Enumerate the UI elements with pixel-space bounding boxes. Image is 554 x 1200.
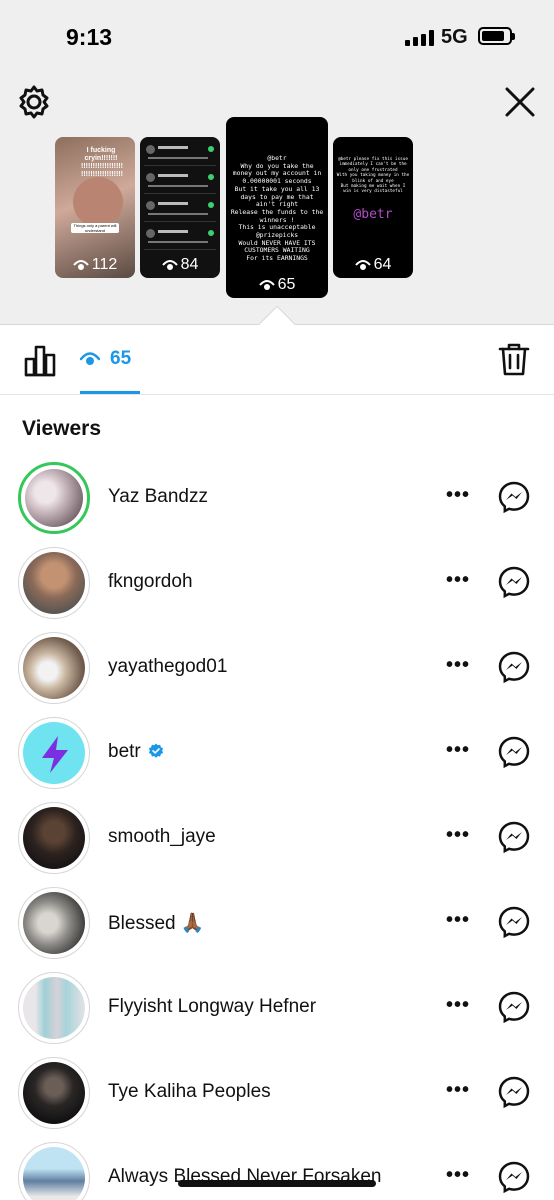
avatar-frame[interactable]	[18, 802, 90, 874]
viewer-name[interactable]: fkngordoh	[108, 571, 193, 593]
status-bar: 9:13 5G	[0, 0, 554, 70]
avatar	[23, 977, 85, 1039]
settings-icon[interactable]	[16, 84, 52, 120]
eye-icon	[79, 352, 101, 365]
list-item[interactable]: Tye Kaliha Peoples •••	[0, 1053, 554, 1137]
trash-icon[interactable]	[497, 341, 531, 377]
list-item[interactable]: Always Blessed Never Forsaken •••	[0, 1138, 554, 1200]
eye-icon	[72, 260, 89, 270]
home-indicator	[178, 1180, 376, 1187]
more-icon[interactable]: •••	[444, 1165, 472, 1188]
story-thumbnails-strip: I fucking cryin!!!!!!! !!!!!!!!!!!!!!!!!…	[0, 70, 554, 325]
more-icon[interactable]: •••	[444, 655, 472, 678]
viewers-heading: Viewers	[22, 417, 102, 440]
avatar-frame[interactable]	[18, 972, 90, 1044]
messenger-icon[interactable]	[497, 1075, 531, 1109]
avatar-story-ring[interactable]	[18, 462, 90, 534]
more-icon[interactable]: •••	[444, 1080, 472, 1103]
messenger-icon[interactable]	[497, 820, 531, 854]
story-views: 112	[91, 256, 118, 273]
messenger-icon[interactable]	[497, 1160, 531, 1194]
battery-icon	[478, 27, 515, 45]
more-icon[interactable]: •••	[444, 910, 472, 933]
more-icon[interactable]: •••	[444, 570, 472, 593]
verified-icon	[148, 743, 163, 758]
eye-icon	[354, 260, 371, 270]
avatar	[25, 469, 83, 527]
more-icon[interactable]: •••	[444, 995, 472, 1018]
avatar	[23, 1147, 85, 1200]
viewer-name[interactable]: Yaz Bandzz	[108, 486, 208, 508]
tab-views-underline	[80, 391, 140, 394]
network-label: 5G	[441, 26, 468, 48]
viewer-name[interactable]: Flyyisht Longway Hefner	[108, 996, 316, 1018]
close-icon[interactable]	[502, 84, 538, 120]
story-views: 84	[180, 256, 199, 273]
eye-icon	[161, 260, 178, 270]
messenger-icon[interactable]	[497, 990, 531, 1024]
story-view-count: 64	[333, 256, 413, 274]
tab-bar: 65	[0, 325, 554, 395]
story-view-count: 84	[140, 256, 220, 274]
avatar-frame[interactable]	[18, 547, 90, 619]
viewer-name[interactable]: Tye Kaliha Peoples	[108, 1081, 271, 1103]
avatar-frame[interactable]	[18, 887, 90, 959]
viewer-name[interactable]: Blessed 🙏🏾	[108, 911, 205, 935]
avatar-frame[interactable]	[18, 717, 90, 789]
messenger-icon[interactable]	[497, 480, 531, 514]
list-item[interactable]: Yaz Bandzz •••	[0, 458, 554, 542]
avatar	[23, 637, 85, 699]
list-item[interactable]: Blessed 🙏🏾 •••	[0, 883, 554, 967]
tab-views[interactable]: 65	[79, 348, 132, 372]
insights-icon[interactable]	[22, 343, 58, 377]
story-thumbnail-4[interactable]: @betr please fix this issue immediately …	[333, 137, 413, 278]
story-text: @betr please fix this issue immediately …	[336, 157, 410, 195]
story-view-count: 112	[55, 256, 135, 274]
viewer-name[interactable]: yayathegod01	[108, 656, 227, 678]
avatar	[23, 892, 85, 954]
avatar	[23, 552, 85, 614]
more-icon[interactable]: •••	[444, 485, 472, 508]
story-text: @betr Why do you take the money out my a…	[230, 154, 324, 263]
story-photo	[73, 177, 123, 227]
story-view-count: 65	[226, 276, 328, 294]
story-mention-tag: @betr	[353, 207, 393, 222]
avatar	[23, 807, 85, 869]
eye-icon	[258, 280, 275, 290]
story-thumbnail-1[interactable]: I fucking cryin!!!!!!! !!!!!!!!!!!!!!!!!…	[55, 137, 135, 278]
messenger-icon[interactable]	[497, 565, 531, 599]
views-count: 65	[110, 348, 132, 369]
list-item[interactable]: fkngordoh •••	[0, 543, 554, 627]
viewer-name[interactable]: smooth_jaye	[108, 826, 216, 848]
story-views: 64	[373, 256, 392, 273]
more-icon[interactable]: •••	[444, 825, 472, 848]
list-item[interactable]: smooth_jaye •••	[0, 798, 554, 882]
list-item[interactable]: betr •••	[0, 713, 554, 797]
list-item[interactable]: yayathegod01 •••	[0, 628, 554, 712]
story-views: 65	[277, 276, 296, 293]
viewer-name-text: betr	[108, 741, 141, 762]
story-thumbnail-2[interactable]: 84	[140, 137, 220, 278]
more-icon[interactable]: •••	[444, 740, 472, 763]
messenger-icon[interactable]	[497, 650, 531, 684]
messenger-icon[interactable]	[497, 735, 531, 769]
avatar-frame[interactable]	[18, 1142, 90, 1200]
avatar	[23, 722, 85, 784]
signal-icon	[405, 30, 435, 46]
status-time: 9:13	[66, 24, 113, 50]
avatar	[23, 1062, 85, 1124]
betr-logo-icon	[42, 736, 68, 773]
story-thumbnail-3-selected[interactable]: @betr Why do you take the money out my a…	[226, 117, 328, 298]
avatar-frame[interactable]	[18, 1057, 90, 1129]
list-item[interactable]: Flyyisht Longway Hefner •••	[0, 968, 554, 1052]
story-note: Things only a parent will understand	[71, 223, 119, 233]
messenger-icon[interactable]	[497, 905, 531, 939]
story-caption: I fucking cryin!!!!!!! !!!!!!!!!!!!!!!!!…	[81, 147, 123, 178]
viewer-name[interactable]: betr	[108, 741, 164, 763]
avatar-frame[interactable]	[18, 632, 90, 704]
